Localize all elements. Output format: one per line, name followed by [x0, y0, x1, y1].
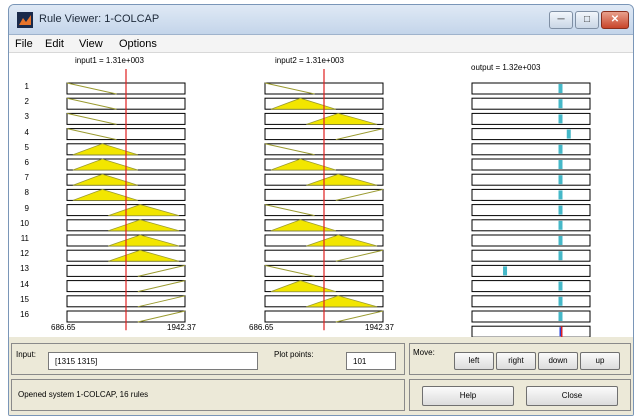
rule-plots: [66, 69, 591, 337]
output-marker: [558, 205, 563, 215]
output-marker: [558, 114, 563, 124]
output-rule-box: [471, 97, 591, 110]
minimize-button[interactable]: ─: [549, 11, 573, 29]
plot-points-label: Plot points:: [274, 350, 314, 359]
output-marker: [558, 281, 563, 291]
output-rule-box: [471, 158, 591, 171]
output-marker: [558, 312, 563, 321]
output-rule-box: [471, 264, 591, 277]
output-marker: [558, 175, 563, 185]
move-left-button[interactable]: left: [454, 352, 494, 370]
output-aggregate-box: [471, 325, 591, 337]
menu-edit[interactable]: Edit: [45, 38, 64, 50]
input1-axis-min: 686.65: [51, 323, 76, 332]
output-marker: [558, 251, 563, 261]
action-group: Help Close: [409, 379, 631, 411]
close-button[interactable]: Close: [526, 386, 618, 406]
output-rule-box: [471, 128, 591, 141]
output-rule-box: [471, 204, 591, 217]
input2-axis-max: 1942.37: [365, 323, 394, 332]
output-marker: [558, 160, 563, 169]
output-marker: [558, 190, 563, 200]
control-panel: Input: [1315 1315] Plot points: 101 Move…: [9, 341, 633, 415]
move-up-button[interactable]: up: [580, 352, 620, 370]
rule-viewer-window: Rule Viewer: 1-COLCAP ─ □ ✕ File Edit Vi…: [8, 4, 634, 416]
input1-axis-max: 1942.37: [167, 323, 196, 332]
output-marker: [503, 266, 508, 276]
output-rule-box: [471, 234, 591, 247]
output-marker: [558, 84, 563, 93]
output-rule-box: [471, 295, 591, 308]
matlab-icon: [17, 12, 33, 28]
status-bar: Opened system 1-COLCAP, 16 rules: [11, 379, 405, 411]
output-rule-box: [471, 173, 591, 186]
input-group: Input: [1315 1315] Plot points: 101: [11, 343, 405, 375]
output-marker: [566, 129, 571, 139]
menu-bar: File Edit View Options: [9, 35, 633, 53]
input-field[interactable]: [1315 1315]: [48, 352, 258, 370]
menu-options[interactable]: Options: [119, 38, 157, 50]
move-down-button[interactable]: down: [538, 352, 578, 370]
move-group: Move: left right down up: [409, 343, 631, 375]
output-rule-box: [471, 280, 591, 293]
output-rule-box: [471, 219, 591, 232]
output-marker: [558, 99, 563, 109]
output-marker: [558, 236, 563, 245]
output-rule-box: [471, 112, 591, 125]
output-rule-box: [471, 143, 591, 156]
window-title: Rule Viewer: 1-COLCAP: [39, 13, 160, 25]
help-button[interactable]: Help: [422, 386, 514, 406]
output-marker: [558, 220, 563, 230]
menu-view[interactable]: View: [79, 38, 103, 50]
input-label: Input:: [16, 350, 37, 359]
output-marker: [558, 144, 563, 154]
close-window-button[interactable]: ✕: [601, 11, 629, 29]
rule-plot-area: input1 = 1.31e+003 input2 = 1.31e+003 ou…: [9, 53, 633, 337]
output-rule-box: [471, 310, 591, 323]
move-label: Move:: [413, 348, 435, 357]
title-bar: Rule Viewer: 1-COLCAP ─ □ ✕: [9, 5, 633, 35]
output-rule-box: [471, 188, 591, 201]
status-text: Opened system 1-COLCAP, 16 rules: [18, 390, 149, 399]
move-right-button[interactable]: right: [496, 352, 536, 370]
output-marker: [558, 296, 563, 306]
output-rule-box: [471, 249, 591, 262]
maximize-button[interactable]: □: [575, 11, 599, 29]
menu-file[interactable]: File: [15, 38, 33, 50]
input2-axis-min: 686.65: [249, 323, 274, 332]
plot-points-field[interactable]: 101: [346, 352, 396, 370]
output-rule-box: [471, 82, 591, 95]
